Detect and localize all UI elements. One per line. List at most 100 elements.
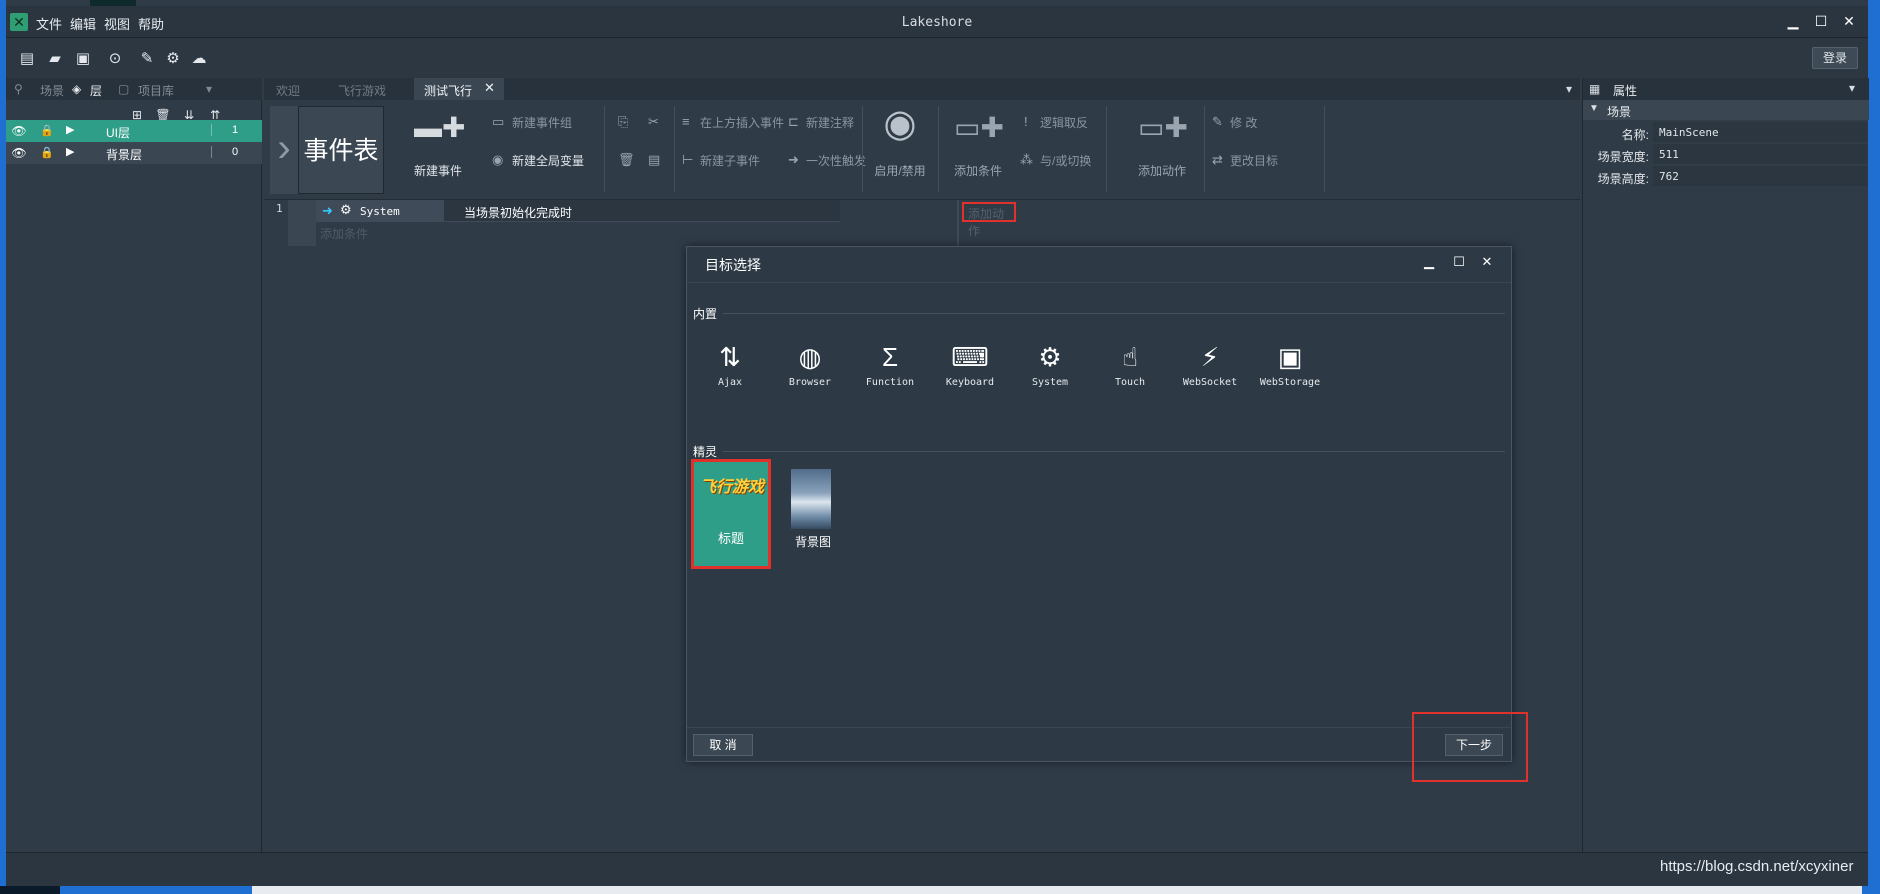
login-button[interactable]: 登录 bbox=[1812, 47, 1858, 69]
layer-count: 0 bbox=[211, 146, 251, 158]
sprite-background-thumbnail[interactable] bbox=[791, 469, 831, 529]
add-action-icon[interactable]: ▭✚ bbox=[1138, 110, 1188, 146]
and-or-icon: ⁂ bbox=[1020, 152, 1033, 167]
new-global-var-button[interactable]: 新建全局变量 bbox=[512, 152, 584, 169]
save-icon[interactable]: ▣ bbox=[72, 48, 94, 70]
event-group-icon: ▭ bbox=[492, 114, 505, 129]
layers-tab-icon: ◈ bbox=[72, 82, 82, 96]
tab-label: 测试飞行 bbox=[424, 84, 473, 98]
add-action-link[interactable]: 添加动作 bbox=[962, 202, 1016, 238]
event-gutter[interactable] bbox=[288, 200, 316, 246]
tab-menu-chevron-icon[interactable]: ▾ bbox=[206, 82, 212, 96]
logic-invert-button[interactable]: 逻辑取反 bbox=[1040, 114, 1088, 131]
target-webstorage[interactable]: ▣ WebStorage bbox=[1255, 337, 1325, 417]
brush-icon[interactable]: ✎ bbox=[136, 48, 158, 70]
edit-icon: ✎ bbox=[1212, 114, 1223, 129]
layers-panel: ⚲ 场景 ◈ 层 ▢ 项目库 ▾ ⊞ 🗑 ⇊ ⇈ 👁 🔒 ▶ UI层 1 👁 🔒… bbox=[6, 78, 262, 852]
prop-value-name[interactable]: MainScene bbox=[1653, 122, 1867, 142]
gears-icon: ⚙ bbox=[1038, 342, 1062, 372]
document-tabs: 欢迎 飞行游戏 测试飞行 ✕ ▾ bbox=[264, 78, 1580, 100]
record-icon[interactable]: ◉ bbox=[876, 105, 924, 143]
enable-disable-button[interactable]: 启用/禁用 bbox=[860, 162, 940, 179]
new-comment-button[interactable]: 新建注释 bbox=[806, 114, 854, 131]
change-target-icon: ⇄ bbox=[1212, 152, 1223, 167]
expand-arrow-icon[interactable]: ▶ bbox=[66, 123, 76, 139]
new-event-group-button[interactable]: 新建事件组 bbox=[512, 114, 572, 131]
new-sub-event-button[interactable]: 新建子事件 bbox=[700, 152, 760, 169]
close-tab-icon[interactable]: ✕ bbox=[484, 80, 495, 96]
panel-menu-chevron-icon[interactable]: ▾ bbox=[1849, 81, 1855, 95]
touch-icon: ☝ bbox=[1122, 342, 1138, 372]
target-keyboard[interactable]: ⌨ Keyboard bbox=[935, 337, 1005, 417]
sprite-label: 标题 bbox=[717, 531, 744, 546]
ribbon-collapse-icon[interactable]: › bbox=[270, 106, 298, 194]
cancel-button[interactable]: 取 消 bbox=[693, 734, 753, 756]
cut-icon[interactable]: ✂ bbox=[648, 114, 659, 130]
close-icon[interactable]: ✕ bbox=[1836, 10, 1862, 32]
cloud-upload-icon[interactable]: ☁ bbox=[188, 48, 210, 70]
lock-icon[interactable]: 🔒 bbox=[38, 122, 56, 140]
open-folder-icon[interactable]: ▰ bbox=[44, 48, 66, 70]
target-system[interactable]: ⚙ System bbox=[1015, 337, 1085, 417]
prop-value-width[interactable]: 511 bbox=[1653, 144, 1867, 164]
event-row-number: 1 bbox=[276, 202, 283, 215]
tab-flight-game[interactable]: 飞行游戏 bbox=[338, 82, 386, 99]
sub-event-icon: ⊢ bbox=[682, 152, 694, 167]
play-icon[interactable]: ⊙ bbox=[104, 48, 126, 70]
and-or-toggle-button[interactable]: 与/或切换 bbox=[1040, 152, 1091, 169]
target-touch[interactable]: ☝ Touch bbox=[1095, 337, 1165, 417]
tab-test-flight[interactable]: 测试飞行 ✕ bbox=[414, 78, 504, 100]
tabs-dropdown-icon[interactable]: ▾ bbox=[1566, 82, 1572, 96]
new-file-icon[interactable]: ▤ bbox=[16, 48, 38, 70]
expand-arrow-icon[interactable]: ▶ bbox=[66, 145, 76, 161]
add-action-button[interactable]: 添加动作 bbox=[1122, 162, 1202, 179]
sprite-title[interactable]: 飞行游戏 标题 bbox=[691, 459, 771, 569]
target-ajax[interactable]: ⇅ Ajax bbox=[695, 337, 765, 417]
add-condition-icon[interactable]: ▭✚ bbox=[954, 110, 1004, 146]
eye-icon[interactable]: 👁 bbox=[10, 122, 28, 140]
next-button-highlight bbox=[1412, 712, 1528, 782]
ribbon-separator bbox=[1204, 106, 1205, 192]
tab-project-library[interactable]: 项目库 bbox=[138, 82, 174, 99]
scene-section-header[interactable]: ▼ 场景 bbox=[1583, 100, 1869, 120]
window-title: Lakeshore bbox=[901, 15, 973, 30]
target-browser[interactable]: ◍ Browser bbox=[775, 337, 845, 417]
paste-icon[interactable]: ▤ bbox=[648, 152, 660, 168]
section-builtin: 内置 bbox=[693, 307, 718, 321]
add-condition-link[interactable]: 添加条件 bbox=[320, 225, 368, 242]
watermark: https://blog.csdn.net/xcyxiner bbox=[1660, 858, 1854, 875]
insert-above-button[interactable]: 在上方插入事件 bbox=[700, 114, 784, 131]
target-label: Touch bbox=[1114, 377, 1146, 388]
eye-icon[interactable]: 👁 bbox=[10, 144, 28, 162]
target-function[interactable]: Σ Function bbox=[855, 337, 925, 417]
lock-icon[interactable]: 🔒 bbox=[38, 144, 56, 162]
target-websocket[interactable]: ⚡ WebSocket bbox=[1175, 337, 1245, 417]
minimize-icon[interactable]: ▁ bbox=[1780, 10, 1806, 32]
trigger-once-button[interactable]: 一次性触发 bbox=[806, 152, 866, 169]
change-target-button[interactable]: 更改目标 bbox=[1230, 152, 1278, 169]
maximize-icon[interactable]: ☐ bbox=[1808, 10, 1834, 32]
delete-icon[interactable]: 🗑 bbox=[618, 152, 635, 168]
close-icon[interactable]: ✕ bbox=[1475, 251, 1499, 273]
tab-scene[interactable]: 场景 bbox=[40, 82, 64, 99]
minimize-icon[interactable]: ▁ bbox=[1417, 251, 1441, 273]
robot-icon[interactable]: ⚙ bbox=[162, 48, 184, 70]
prop-value-height[interactable]: 762 bbox=[1653, 166, 1867, 186]
modify-button[interactable]: 修 改 bbox=[1230, 114, 1257, 131]
invert-icon: ! bbox=[1024, 114, 1028, 129]
new-event-icon[interactable]: ▬✚ bbox=[414, 110, 465, 146]
new-event-button[interactable]: 新建事件 bbox=[398, 162, 478, 179]
add-condition-button[interactable]: 添加条件 bbox=[938, 162, 1018, 179]
tab-layers[interactable]: 层 bbox=[90, 82, 102, 99]
maximize-icon[interactable]: ☐ bbox=[1447, 251, 1471, 273]
prop-label-height: 场景高度: bbox=[1597, 172, 1649, 186]
ribbon-separator bbox=[674, 106, 675, 192]
layer-row[interactable]: 👁 🔒 ▶ 背景层 0 bbox=[6, 142, 262, 164]
copy-icon[interactable]: ⎘ bbox=[618, 114, 628, 130]
floppy-icon: ▣ bbox=[1277, 342, 1303, 372]
websocket-icon: ⚡ bbox=[1200, 342, 1220, 372]
desktop-taskbar-edge bbox=[0, 886, 1880, 894]
tab-welcome[interactable]: 欢迎 bbox=[276, 82, 300, 99]
layer-row[interactable]: 👁 🔒 ▶ UI层 1 bbox=[6, 120, 262, 142]
scene-tab-icon: ⚲ bbox=[14, 82, 23, 96]
